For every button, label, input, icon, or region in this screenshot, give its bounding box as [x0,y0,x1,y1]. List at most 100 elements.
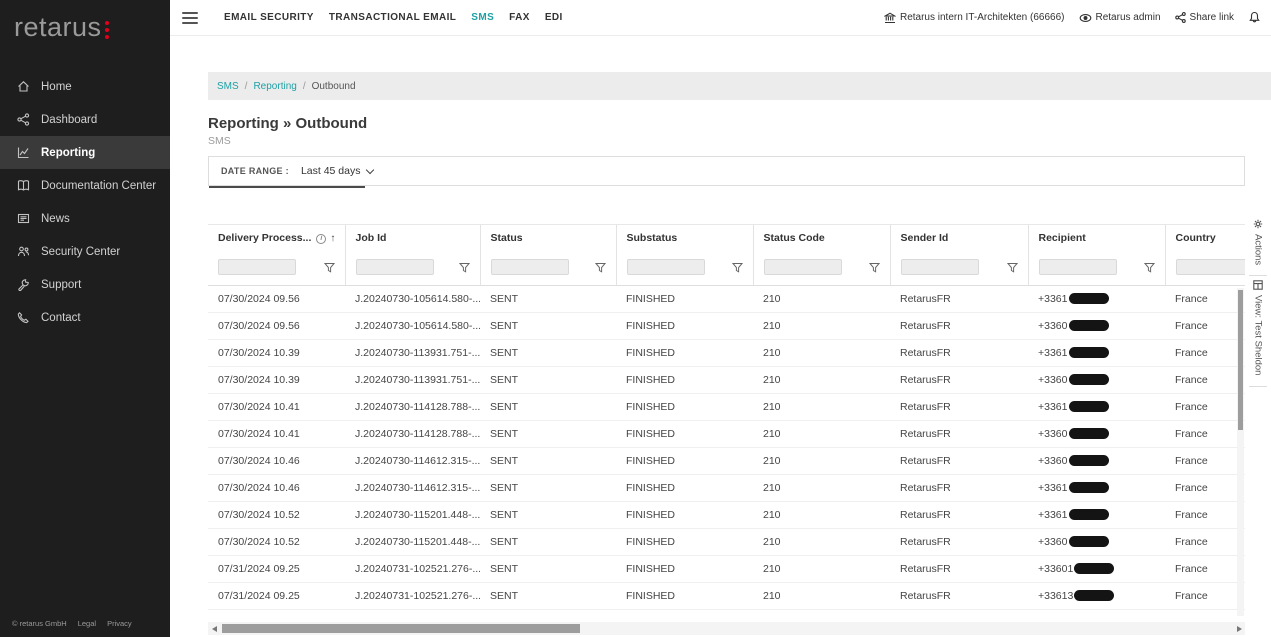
nav-item-fax[interactable]: FAX [509,12,530,23]
filter-input-sender-id[interactable] [901,259,979,275]
funnel-filter-icon[interactable] [732,262,743,273]
column-header-country[interactable]: Country [1165,225,1245,252]
cell-substatus: FINISHED [616,286,753,313]
cell-country: France [1165,502,1245,529]
recipient-prefix: +3361 [1038,482,1068,494]
cell-code: 210 [753,340,890,367]
hamburger-menu-icon[interactable] [182,12,198,24]
table-row[interactable]: 07/30/2024 10.39J.20240730-113931.751-..… [208,340,1245,367]
cell-sender: RetarusFR [890,367,1028,394]
table-row[interactable]: 07/30/2024 10.52J.20240730-115201.448-..… [208,529,1245,556]
cell-delivery: 07/30/2024 10.39 [208,367,345,394]
cell-recipient: +3361 [1028,502,1165,529]
legal-link[interactable]: Legal [78,619,96,628]
funnel-filter-icon[interactable] [1144,262,1155,273]
filter-input-country[interactable] [1176,259,1246,275]
cell-delivery: 07/30/2024 10.39 [208,340,345,367]
column-header-delivery-process[interactable]: Delivery Process...i↑ [208,225,345,252]
sidebar-item-documentation-center[interactable]: Documentation Center [0,169,170,202]
horizontal-scrollbar[interactable] [208,622,1245,635]
column-header-status-code[interactable]: Status Code [753,225,890,252]
filter-input-status-code[interactable] [764,259,842,275]
cell-status: SENT [480,367,616,394]
nav-item-transactional-email[interactable]: TRANSACTIONAL EMAIL [329,12,456,23]
notifications-button[interactable] [1248,11,1261,24]
sidebar-item-dashboard[interactable]: Dashboard [0,103,170,136]
view-panel-tab[interactable]: View: Test Sheldon [1249,276,1267,386]
cell-code: 210 [753,421,890,448]
table-row[interactable]: 07/30/2024 10.52J.20240730-115201.448-..… [208,502,1245,529]
filter-input-recipient[interactable] [1039,259,1117,275]
column-header-status[interactable]: Status [480,225,616,252]
actions-panel-tab[interactable]: Actions [1249,215,1267,276]
redaction-bar [1074,590,1114,601]
table-row[interactable]: 07/30/2024 10.39J.20240730-113931.751-..… [208,367,1245,394]
funnel-filter-icon[interactable] [1007,262,1018,273]
nav-item-email-security[interactable]: EMAIL SECURITY [224,12,314,23]
funnel-filter-icon[interactable] [595,262,606,273]
funnel-filter-icon[interactable] [324,262,335,273]
sidebar-item-reporting[interactable]: Reporting [0,136,170,169]
table-header-row: Delivery Process...i↑ Job Id Status Subs… [208,225,1245,252]
cell-substatus: FINISHED [616,340,753,367]
cell-country: France [1165,313,1245,340]
table-row[interactable]: 07/31/2024 09.25J.20240731-102521.276-..… [208,556,1245,583]
cell-substatus: FINISHED [616,394,753,421]
horizontal-scrollbar-thumb[interactable] [222,624,580,633]
breadcrumb-sms[interactable]: SMS [217,81,239,92]
sidebar-item-security-center[interactable]: Security Center [0,235,170,268]
table-row[interactable]: 07/30/2024 10.46J.20240730-114612.315-..… [208,475,1245,502]
nav-item-sms[interactable]: SMS [471,12,494,23]
share-link-button[interactable]: Share link [1175,12,1234,23]
privacy-link[interactable]: Privacy [107,619,132,628]
table-row[interactable]: 07/31/2024 09.25J.20240731-102521.276-..… [208,583,1245,610]
nav-item-edi[interactable]: EDI [545,12,563,23]
sort-ascending-icon[interactable]: ↑ [330,233,335,244]
info-icon[interactable]: i [316,234,326,244]
breadcrumb-separator: / [245,81,248,92]
table-row[interactable]: 07/30/2024 10.41J.20240730-114128.788-..… [208,394,1245,421]
sidebar-item-label: Reporting [41,147,95,159]
scroll-left-arrow[interactable] [208,622,220,635]
breadcrumb-reporting[interactable]: Reporting [253,81,296,92]
column-header-sender-id[interactable]: Sender Id [890,225,1028,252]
sidebar-item-contact[interactable]: Contact [0,301,170,334]
table-row[interactable]: 07/30/2024 10.41J.20240730-114128.788-..… [208,421,1245,448]
funnel-filter-icon[interactable] [459,262,470,273]
cell-code: 210 [753,556,890,583]
security-icon [16,245,30,259]
breadcrumb-outbound: Outbound [312,81,356,92]
table-row[interactable]: 07/30/2024 09.56J.20240730-105614.580-..… [208,286,1245,313]
retarus-logo[interactable]: retarus [0,0,170,58]
cell-delivery: 07/30/2024 10.46 [208,475,345,502]
sidebar-item-support[interactable]: Support [0,268,170,301]
column-header-recipient[interactable]: Recipient [1028,225,1165,252]
scroll-right-arrow[interactable] [1233,622,1245,635]
cell-status: SENT [480,502,616,529]
filter-input-substatus[interactable] [627,259,705,275]
column-header-job-id[interactable]: Job Id [345,225,480,252]
account-selector[interactable]: Retarus intern IT-Architekten (66666) [884,12,1065,24]
filter-input-delivery-process[interactable] [218,259,296,275]
horizontal-scrollbar-track[interactable] [220,622,1233,635]
cell-code: 210 [753,313,890,340]
breadcrumb: SMS / Reporting / Outbound [208,72,1271,100]
cell-recipient: +3360 [1028,421,1165,448]
cell-sender: RetarusFR [890,340,1028,367]
filter-input-job-id[interactable] [356,259,434,275]
funnel-filter-icon[interactable] [869,262,880,273]
filter-input-status[interactable] [491,259,569,275]
cell-delivery: 07/30/2024 09.56 [208,286,345,313]
date-range-select[interactable]: Last 45 days [301,165,374,177]
cell-status: SENT [480,583,616,610]
table-row[interactable]: 07/30/2024 09.56J.20240730-105614.580-..… [208,313,1245,340]
user-menu[interactable]: Retarus admin [1079,12,1161,23]
vertical-scrollbar-thumb[interactable] [1238,290,1243,430]
cell-recipient: +3361 [1028,475,1165,502]
sidebar-item-home[interactable]: Home [0,70,170,103]
redaction-bar [1069,428,1109,439]
vertical-scrollbar[interactable] [1237,288,1244,616]
sidebar-item-news[interactable]: News [0,202,170,235]
table-row[interactable]: 07/30/2024 10.46J.20240730-114612.315-..… [208,448,1245,475]
column-header-substatus[interactable]: Substatus [616,225,753,252]
